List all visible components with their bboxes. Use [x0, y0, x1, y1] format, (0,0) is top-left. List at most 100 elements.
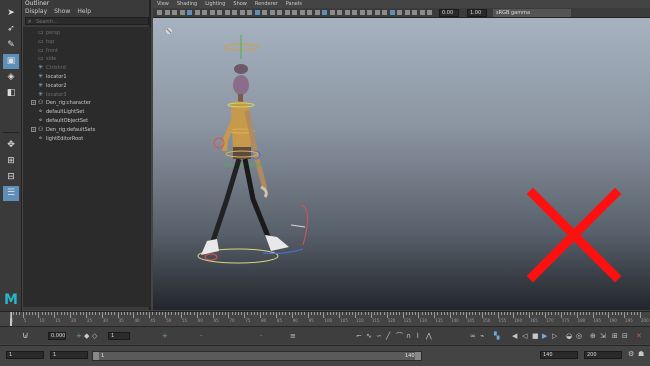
outliner-item[interactable]: + ⚇ Den_rig:defaultSets	[23, 126, 151, 134]
viewport-toolbar-button[interactable]	[359, 10, 365, 15]
viewport-menu-view[interactable]: View	[157, 0, 169, 8]
outliner-item[interactable]: ⚬ lightEditorRoot	[23, 135, 151, 143]
outliner-item[interactable]: ▭ front	[23, 47, 151, 55]
tangent-linear-icon[interactable]: ╱	[386, 332, 390, 340]
viewport-toolbar-button[interactable]	[232, 10, 237, 15]
viewport-toolbar-button[interactable]	[217, 10, 222, 15]
tangent-spline-icon[interactable]: ∿	[366, 332, 372, 340]
close-panel-icon[interactable]: ✕	[636, 332, 642, 340]
outliner-item[interactable]: ▭ top	[23, 38, 151, 46]
exposure-field[interactable]: 0.00	[439, 9, 459, 17]
range-start-handle[interactable]	[93, 352, 99, 360]
time-warp-icon[interactable]: ⌁	[480, 332, 484, 340]
key-lock-icon[interactable]: +	[162, 332, 168, 340]
viewport-menu-lighting[interactable]: Lighting	[205, 0, 225, 8]
range-slider[interactable]: 1 140	[92, 351, 422, 361]
viewport-toolbar-button[interactable]	[254, 10, 260, 15]
viewport-toolbar-button[interactable]	[172, 10, 177, 15]
viewport-toolbar-button[interactable]	[277, 10, 282, 15]
camera-frame-icon[interactable]: ◎	[576, 332, 582, 340]
outliner-item[interactable]: ✳ locator2	[23, 82, 151, 90]
scale-keys-icon[interactable]: ⇲	[600, 332, 606, 340]
select-arrow-icon[interactable]: ➤	[3, 6, 19, 21]
viewport-toolbar-button[interactable]	[344, 10, 350, 15]
expand-toggle-icon[interactable]: +	[31, 126, 36, 132]
outliner-menu-help[interactable]: Help	[77, 8, 91, 16]
outliner-item[interactable]: ▭ persp	[23, 29, 151, 37]
viewport-menu-show[interactable]: Show	[233, 0, 247, 8]
rotate-tool-icon[interactable]: ◈	[3, 70, 19, 85]
breakdown-key-icon[interactable]: ·	[260, 332, 262, 340]
viewport-toolbar-button[interactable]	[367, 10, 372, 15]
tangent-step-icon[interactable]: ⌐	[356, 332, 362, 340]
viewport-toolbar-button[interactable]	[374, 10, 380, 15]
viewport-menu-shading[interactable]: Shading	[177, 0, 197, 8]
graph-editor-icon[interactable]: ▚	[494, 332, 499, 340]
viewport-toolbar-button[interactable]	[404, 10, 410, 15]
viewport-toolbar-button[interactable]	[269, 10, 275, 15]
outliner-menu-show[interactable]: Show	[54, 8, 70, 16]
add-key-icon[interactable]: +	[76, 332, 82, 340]
outliner-item[interactable]: ⚬ defaultLightSet	[23, 108, 151, 116]
anim-prefs-icon[interactable]: ⚙	[628, 350, 634, 358]
outliner-item[interactable]: ⚬ defaultObjectSet	[23, 117, 151, 125]
character-set-icon[interactable]: ☗	[638, 350, 644, 358]
viewport-toolbar-button[interactable]	[187, 10, 192, 15]
key-filter-icon[interactable]: ◒	[566, 332, 572, 340]
snap-icon[interactable]: ⊕	[590, 332, 596, 340]
viewport-toolbar-button[interactable]	[209, 10, 215, 15]
break-tangents-icon[interactable]: ⋀	[426, 332, 432, 340]
key-lock-icon-2[interactable]: ⊟	[622, 332, 628, 340]
viewport-toolbar-button[interactable]	[239, 10, 245, 15]
step-forward-icon[interactable]: ▷	[552, 332, 557, 340]
outliner-item[interactable]: ▭ side	[23, 55, 151, 63]
viewport-toolbar-button[interactable]	[299, 10, 305, 15]
key-delete-icon[interactable]: ◇	[92, 332, 97, 340]
outliner-search-input[interactable]	[36, 18, 140, 25]
tangent-plateau-icon[interactable]: ∩	[406, 332, 411, 340]
outliner-item[interactable]: ✳ locator1	[23, 73, 151, 81]
viewport-toolbar-button[interactable]	[179, 10, 185, 15]
viewport-toolbar-button[interactable]	[224, 10, 230, 15]
outliner-menu-display[interactable]: Display	[25, 8, 47, 16]
viewport-toolbar-button[interactable]	[202, 10, 207, 15]
viewport-toolbar-button[interactable]	[194, 10, 200, 15]
frame-field[interactable]: 1	[108, 332, 130, 340]
viewport-toolbar-button[interactable]	[247, 10, 252, 15]
outliner-item[interactable]: + ⚇ Den_rig:character	[23, 99, 151, 107]
expand-toggle-icon[interactable]: +	[31, 100, 36, 106]
viewport-toolbar-button[interactable]	[352, 10, 357, 15]
viewport-toolbar-button[interactable]	[419, 10, 425, 15]
dope-sheet-icon[interactable]: ◀	[512, 332, 517, 340]
viewport-toolbar-button[interactable]	[307, 10, 312, 15]
viewport-toolbar-button[interactable]	[292, 10, 297, 15]
outliner-layout-icon[interactable]: ☰	[3, 186, 19, 201]
end-time-field[interactable]: 200	[584, 351, 622, 359]
outliner-item[interactable]: ✳ Ctrlshrd	[23, 64, 151, 72]
range-end-handle[interactable]	[415, 352, 421, 360]
magnet-icon[interactable]: ⊍	[22, 332, 29, 341]
viewport-toolbar-button[interactable]	[164, 10, 170, 15]
playback-end-field[interactable]: 140	[540, 351, 578, 359]
tangent-flat-icon[interactable]: ⌒	[396, 332, 403, 340]
color-space-select[interactable]: sRGB gamma	[493, 9, 571, 17]
viewport-toolbar-button[interactable]	[397, 10, 402, 15]
tangent-tool-icon[interactable]: ≡	[290, 332, 296, 340]
four-view-layout-icon[interactable]: ⊞	[3, 154, 19, 169]
viewport-toolbar-button[interactable]	[284, 10, 290, 15]
lasso-icon[interactable]: ➶	[3, 22, 19, 37]
viewport-toolbar-button[interactable]	[412, 10, 417, 15]
playback-start-field[interactable]: 1	[50, 351, 88, 359]
move-tool-icon[interactable]: ▣	[3, 54, 19, 69]
scene-view[interactable]	[153, 19, 650, 310]
buffer-curve-icon[interactable]: ∞	[470, 332, 476, 340]
viewport-toolbar-button[interactable]	[314, 10, 320, 15]
stop-icon[interactable]: ■	[532, 332, 539, 340]
viewport-panel[interactable]: View Shading Lighting Show Renderer Pane…	[153, 0, 650, 310]
viewport-toolbar-button[interactable]	[389, 10, 395, 15]
graph-options-icon[interactable]: ⊞	[612, 332, 618, 340]
paint-select-icon[interactable]: ✎	[3, 38, 19, 53]
viewport-menu-renderer[interactable]: Renderer	[255, 0, 278, 8]
tangent-clamped-icon[interactable]: ∽	[376, 332, 382, 340]
start-time-field[interactable]: 1	[6, 351, 44, 359]
